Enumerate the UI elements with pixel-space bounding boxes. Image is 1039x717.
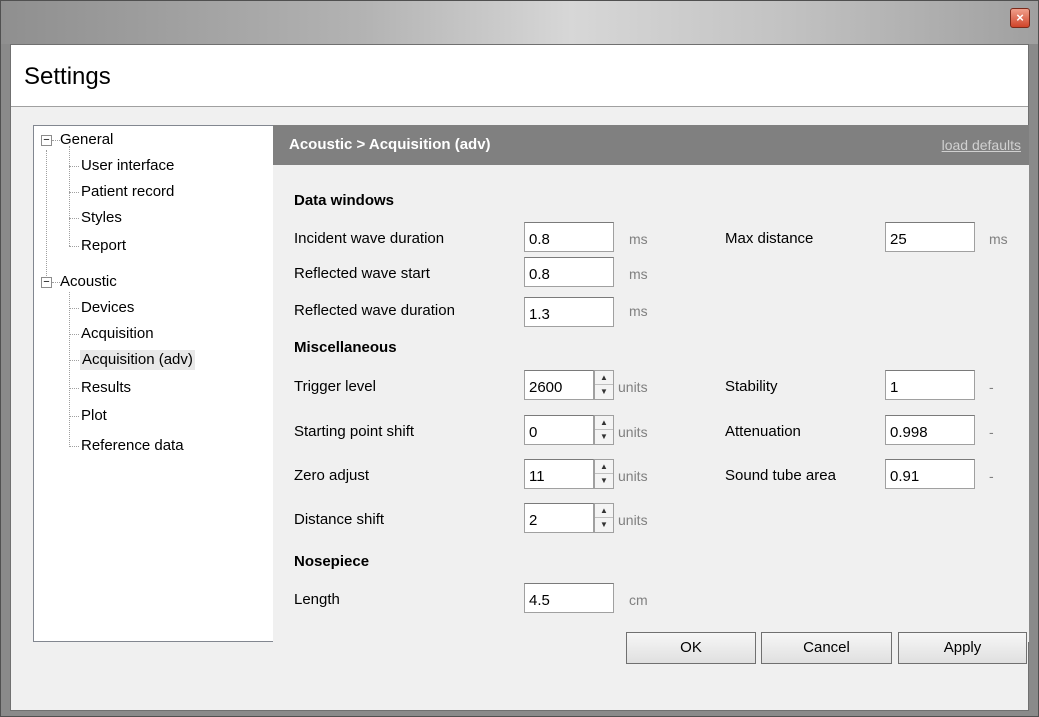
tree-item-user-interface[interactable]: User interface — [81, 156, 174, 176]
starting-point-shift-unit: units — [618, 424, 648, 440]
tree-item-acoustic[interactable]: Acoustic — [60, 272, 117, 292]
length-label: Length — [294, 591, 340, 608]
attenuation-unit: - — [989, 424, 994, 440]
distance-shift-unit: units — [618, 512, 648, 528]
panel-header: Acoustic > Acquisition (adv) load defaul… — [273, 125, 1029, 165]
incident-wave-duration-input[interactable] — [524, 222, 614, 252]
spin-up-icon[interactable]: ▲ — [595, 460, 613, 474]
spin-down-icon[interactable]: ▼ — [595, 518, 613, 532]
section-heading-nosepiece: Nosepiece — [294, 553, 370, 570]
tree-item-reference-data[interactable]: Reference data — [81, 436, 184, 456]
incident-wave-duration-unit: ms — [629, 231, 648, 247]
zero-adjust-label: Zero adjust — [294, 467, 370, 484]
tree-connector — [69, 308, 79, 309]
settings-window: × Settings − General User interface Pati… — [0, 0, 1039, 717]
max-distance-input[interactable] — [885, 222, 975, 252]
tree-connector — [69, 146, 70, 246]
starting-point-shift-spinner[interactable]: ▲ ▼ — [594, 415, 614, 445]
incident-wave-duration-label: Incident wave duration — [294, 230, 445, 247]
zero-adjust-spinner[interactable]: ▲ ▼ — [594, 459, 614, 489]
title-bar[interactable]: × — [1, 1, 1038, 44]
tree-connector — [69, 334, 79, 335]
section-heading-miscellaneous: Miscellaneous — [294, 339, 397, 356]
trigger-level-input[interactable] — [524, 370, 594, 400]
tree-connector — [69, 292, 70, 447]
collapse-general-icon[interactable]: − — [41, 135, 52, 146]
zero-adjust-unit: units — [618, 468, 648, 484]
sound-tube-area-input[interactable] — [885, 459, 975, 489]
trigger-level-unit: units — [618, 379, 648, 395]
starting-point-shift-input[interactable] — [524, 415, 594, 445]
sound-tube-area-unit: - — [989, 468, 994, 484]
reflected-wave-start-label: Reflected wave start — [294, 265, 430, 282]
tree-item-general[interactable]: General — [60, 130, 113, 150]
spin-up-icon[interactable]: ▲ — [595, 416, 613, 430]
panel-title: Acoustic > Acquisition (adv) — [289, 136, 491, 153]
dialog-client-area: Settings − General User interface Patien… — [10, 44, 1029, 711]
distance-shift-input[interactable] — [524, 503, 594, 533]
tree-connector — [69, 192, 79, 193]
tree-item-report[interactable]: Report — [81, 236, 126, 256]
tree-connector — [69, 360, 79, 361]
tree-item-plot[interactable]: Plot — [81, 406, 107, 426]
tree-connector — [69, 246, 79, 247]
zero-adjust-input[interactable] — [524, 459, 594, 489]
section-heading-data-windows: Data windows — [294, 192, 395, 209]
reflected-wave-start-unit: ms — [629, 266, 648, 282]
max-distance-label: Max distance — [725, 230, 814, 247]
apply-button[interactable]: Apply — [898, 632, 1027, 664]
length-input[interactable] — [524, 583, 614, 613]
tree-connector — [69, 218, 79, 219]
tree-connector — [46, 150, 47, 282]
cancel-button[interactable]: Cancel — [761, 632, 892, 664]
tree-item-results[interactable]: Results — [81, 378, 131, 398]
distance-shift-label: Distance shift — [294, 511, 385, 528]
spin-up-icon[interactable]: ▲ — [595, 504, 613, 518]
stability-input[interactable] — [885, 370, 975, 400]
dialog-header: Settings — [11, 45, 1028, 107]
tree-item-acquisition-adv[interactable]: Acquisition (adv) — [80, 350, 195, 370]
stability-label: Stability — [725, 378, 778, 395]
reflected-wave-duration-input[interactable] — [524, 297, 614, 327]
tree-connector — [52, 140, 60, 141]
settings-panel: Acoustic > Acquisition (adv) load defaul… — [273, 125, 1029, 642]
spin-down-icon[interactable]: ▼ — [595, 430, 613, 444]
spin-down-icon[interactable]: ▼ — [595, 474, 613, 488]
tree-connector — [69, 446, 79, 447]
tree-item-acquisition[interactable]: Acquisition — [81, 324, 154, 344]
reflected-wave-start-input[interactable] — [524, 257, 614, 287]
trigger-level-label: Trigger level — [294, 378, 376, 395]
attenuation-input[interactable] — [885, 415, 975, 445]
trigger-level-spinner[interactable]: ▲ ▼ — [594, 370, 614, 400]
length-unit: cm — [629, 592, 648, 608]
tree-item-devices[interactable]: Devices — [81, 298, 134, 318]
settings-tree[interactable]: − General User interface Patient record … — [33, 125, 274, 642]
spin-up-icon[interactable]: ▲ — [595, 371, 613, 385]
tree-item-styles[interactable]: Styles — [81, 208, 122, 228]
collapse-acoustic-icon[interactable]: − — [41, 277, 52, 288]
tree-connector — [52, 282, 60, 283]
tree-item-patient-record[interactable]: Patient record — [81, 182, 174, 202]
close-button[interactable]: × — [1010, 8, 1030, 28]
stability-unit: - — [989, 379, 994, 395]
tree-connector — [69, 416, 79, 417]
distance-shift-spinner[interactable]: ▲ ▼ — [594, 503, 614, 533]
tree-connector — [69, 166, 79, 167]
reflected-wave-duration-label: Reflected wave duration — [294, 302, 455, 319]
attenuation-label: Attenuation — [725, 423, 801, 440]
spin-down-icon[interactable]: ▼ — [595, 385, 613, 399]
load-defaults-link[interactable]: load defaults — [942, 137, 1021, 153]
tree-connector — [69, 388, 79, 389]
ok-button[interactable]: OK — [626, 632, 756, 664]
page-title: Settings — [24, 63, 111, 90]
sound-tube-area-label: Sound tube area — [725, 467, 836, 484]
starting-point-shift-label: Starting point shift — [294, 423, 415, 440]
reflected-wave-duration-unit: ms — [629, 303, 648, 319]
max-distance-unit: ms — [989, 231, 1008, 247]
